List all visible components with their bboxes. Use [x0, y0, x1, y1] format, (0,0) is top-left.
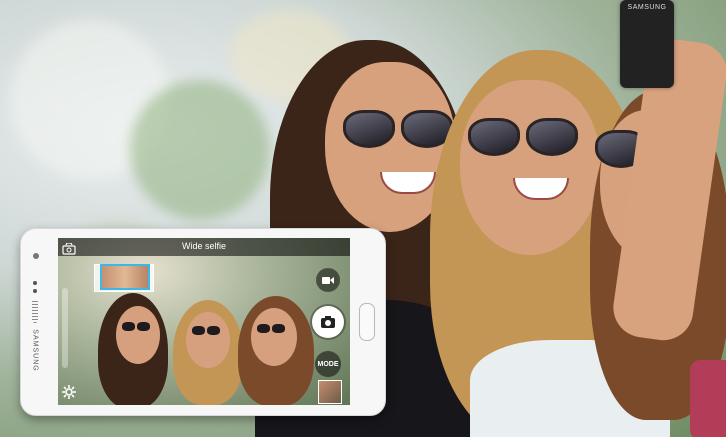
camera-screen: Wide selfie MODE	[58, 238, 350, 405]
brand-label: SAMSUNG	[23, 321, 47, 381]
proximity-sensor	[33, 281, 37, 285]
background-phone: SAMSUNG	[620, 0, 674, 88]
zoom-rail[interactable]	[62, 288, 68, 368]
background-phone-brand: SAMSUNG	[627, 4, 667, 11]
home-button[interactable]	[359, 303, 375, 341]
gear-icon[interactable]	[62, 385, 76, 399]
camera-mode-title: Wide selfie	[181, 241, 226, 251]
mode-button[interactable]: MODE	[315, 351, 341, 377]
brand-text: SAMSUNG	[31, 329, 39, 372]
front-camera	[33, 253, 39, 259]
camera-icon	[321, 316, 335, 328]
gallery-thumbnail[interactable]	[318, 380, 342, 404]
video-camera-icon	[322, 276, 334, 284]
video-record-button[interactable]	[316, 268, 340, 292]
bokeh-light	[130, 80, 270, 220]
light-sensor	[33, 289, 37, 293]
samsung-phone: SAMSUNG Wide selfie MODE	[20, 228, 386, 416]
switch-camera-icon[interactable]	[62, 242, 76, 255]
shutter-button[interactable]	[312, 306, 344, 338]
wide-selfie-frame	[100, 264, 150, 290]
